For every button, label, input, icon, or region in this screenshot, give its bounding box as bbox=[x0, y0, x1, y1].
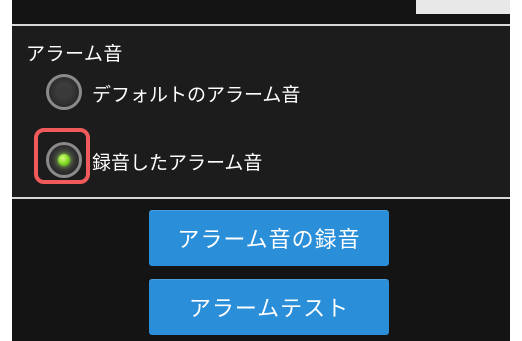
radio-dot-icon bbox=[58, 86, 70, 98]
test-alarm-button[interactable]: アラームテスト bbox=[149, 279, 389, 335]
radio-option-default[interactable]: デフォルトのアラーム音 bbox=[44, 72, 484, 120]
record-alarm-button[interactable]: アラーム音の録音 bbox=[149, 210, 389, 266]
radio-label-default[interactable]: デフォルトのアラーム音 bbox=[92, 80, 300, 107]
highlight-annotation bbox=[34, 128, 90, 184]
button-area: アラーム音の録音 アラームテスト bbox=[12, 199, 510, 341]
scrollbar-thumb[interactable] bbox=[416, 0, 510, 14]
top-strip bbox=[12, 0, 510, 24]
alarm-sound-dialog: アラーム音 デフォルトのアラーム音 録音したアラーム音 アラーム音の録音 アラー… bbox=[12, 0, 510, 341]
radio-button-default[interactable] bbox=[46, 74, 82, 110]
radio-label-recorded[interactable]: 録音したアラーム音 bbox=[92, 148, 262, 175]
section-title: アラーム音 bbox=[26, 43, 123, 65]
radio-option-recorded[interactable]: 録音したアラーム音 bbox=[44, 140, 484, 188]
